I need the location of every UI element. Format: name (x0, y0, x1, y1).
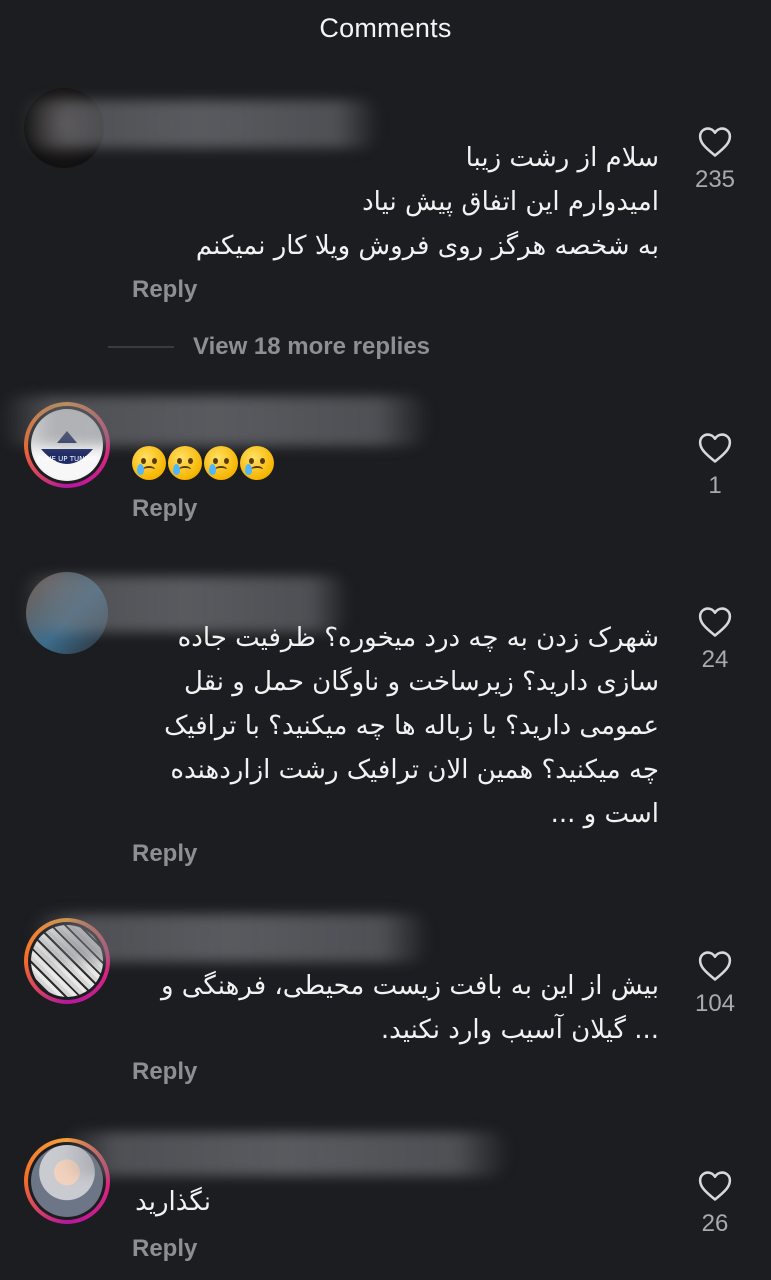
comment-text: شهرک زدن به چه درد میخوره؟ ظرفیت جاده سا… (164, 623, 659, 829)
comments-header: Comments (0, 0, 771, 56)
comment-text: بیش از این به بافت زیست محیطی، فرهنگی و … (160, 971, 659, 1045)
like-button[interactable]: 24 (679, 606, 751, 674)
heart-outline-icon (698, 607, 732, 637)
like-button[interactable]: 1 (679, 432, 751, 500)
like-count: 104 (694, 990, 736, 1017)
emoji-reaction-row (132, 446, 274, 480)
like-count: 235 (694, 166, 736, 193)
like-button[interactable]: 104 (679, 950, 751, 1018)
reply-button[interactable]: Reply (132, 1058, 197, 1086)
reply-button[interactable]: Reply (132, 1235, 197, 1263)
heart-outline-icon (698, 127, 732, 157)
page-title: Comments (319, 12, 452, 43)
username-redacted (0, 396, 430, 446)
reply-button[interactable]: Reply (132, 276, 197, 304)
crying-face-icon (132, 446, 166, 480)
like-count: 24 (701, 646, 729, 673)
heart-outline-icon (698, 1171, 732, 1201)
like-button[interactable]: 26 (679, 1170, 751, 1238)
heart-outline-icon (698, 951, 732, 981)
crying-face-icon (240, 446, 274, 480)
reply-button[interactable]: Reply (132, 840, 197, 868)
heart-outline-icon (698, 433, 732, 463)
view-more-replies-button[interactable]: View 18 more replies (108, 333, 430, 361)
thread-divider (108, 346, 174, 348)
crying-face-icon (204, 446, 238, 480)
view-more-replies-label: View 18 more replies (193, 333, 431, 360)
username-redacted (30, 914, 430, 962)
username-redacted (60, 1132, 510, 1176)
comment-text: سلام از رشت زیبا امیدوارم این اتفاق پیش … (195, 143, 659, 261)
crying-face-icon (168, 446, 202, 480)
like-count: 1 (708, 472, 722, 499)
avatar-logo-text: TUNE UP TUNING (36, 455, 97, 463)
comment-text: نگذارید (135, 1187, 211, 1217)
like-button[interactable]: 235 (679, 126, 751, 194)
reply-button[interactable]: Reply (132, 495, 197, 523)
like-count: 26 (701, 1210, 729, 1237)
